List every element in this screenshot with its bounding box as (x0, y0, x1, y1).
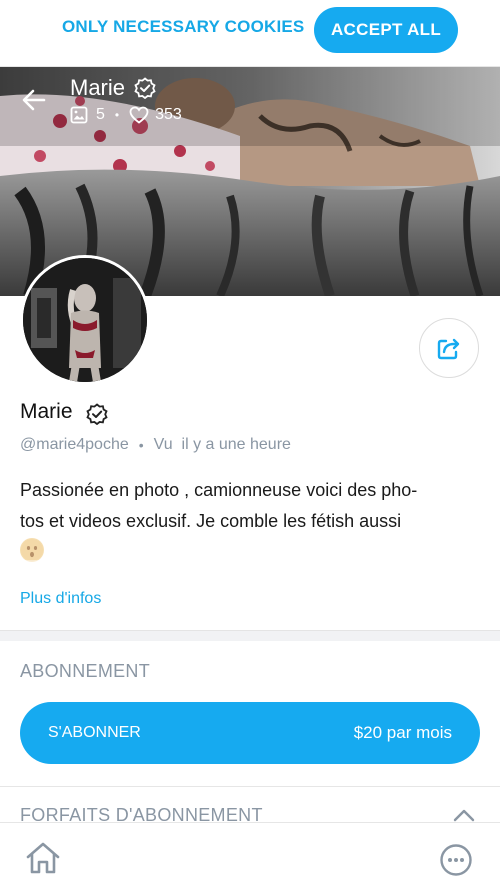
bottom-nav (0, 822, 500, 895)
heart-icon (129, 106, 149, 124)
section-divider (0, 630, 500, 641)
subscription-title: ABONNEMENT (20, 661, 151, 681)
last-seen: Vu il y a une heure (153, 436, 291, 453)
separator (0, 786, 500, 787)
photos-count: 5 (96, 106, 105, 123)
bio-fade (0, 560, 500, 582)
subscribe-price: $20 par mois (353, 723, 452, 742)
header-stats: 5 • 353 (70, 106, 182, 124)
home-icon[interactable] (24, 840, 62, 881)
profile-name: Marie (20, 400, 73, 423)
subscribe-button[interactable]: S'ABONNER $20 par mois (20, 702, 480, 764)
only-necessary-cookies-button[interactable]: ONLY NECESSARY COOKIES (62, 17, 304, 37)
back-button[interactable] (20, 86, 50, 116)
more-info-link[interactable]: Plus d'infos (20, 590, 101, 608)
verified-badge-icon (134, 77, 156, 104)
stats-separator: • (114, 108, 120, 122)
handle-separator: • (138, 437, 144, 453)
subscribe-label: S'ABONNER (48, 724, 141, 741)
share-button[interactable] (419, 318, 479, 378)
bio: Passionée en photo , camionneuse voici d… (20, 475, 480, 568)
emoji-icon (20, 538, 44, 562)
avatar[interactable] (20, 255, 150, 385)
likes-count: 353 (155, 106, 182, 123)
header-name: Marie (70, 75, 126, 100)
share-icon (437, 338, 460, 360)
cover-header: Marie 5 • 353 (0, 66, 500, 146)
cookie-banner: ONLY NECESSARY COOKIES ACCEPT ALL (0, 0, 500, 67)
handle-line: @marie4poche • Vu il y a une heure (20, 436, 291, 454)
accept-all-cookies-button[interactable]: ACCEPT ALL (314, 7, 458, 53)
arrow-left-icon (22, 89, 46, 111)
handle: @marie4poche (20, 436, 129, 453)
image-icon (70, 106, 88, 124)
bio-line: Passionée en photo , camionneuse voici d… (20, 480, 418, 500)
verified-badge-icon (86, 403, 108, 430)
more-icon[interactable] (439, 843, 473, 882)
bio-line: tos et videos exclusif. Je comble les fé… (20, 511, 402, 531)
